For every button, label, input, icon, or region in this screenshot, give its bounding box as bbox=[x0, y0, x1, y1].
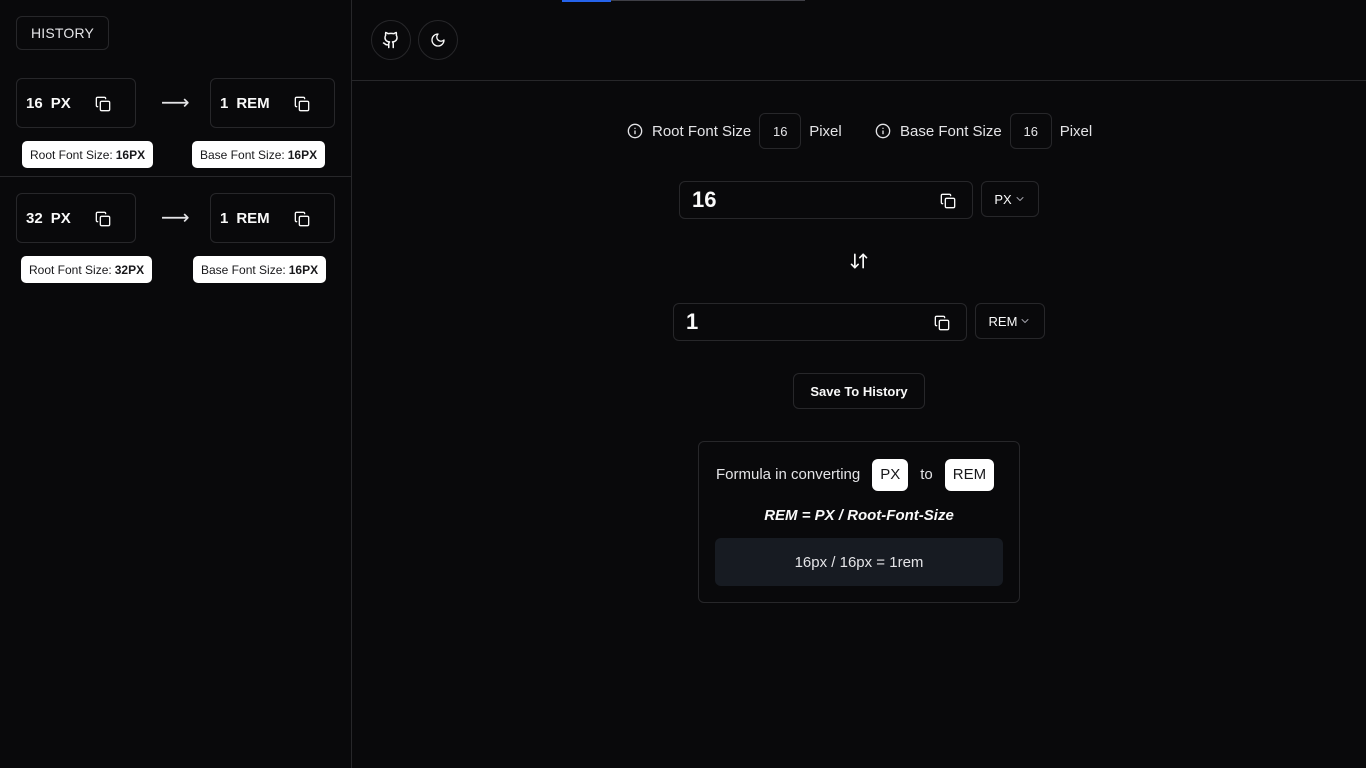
history-to-value: 1 REM bbox=[210, 193, 335, 243]
to-unit-value: REM bbox=[988, 313, 1018, 329]
copy-icon[interactable] bbox=[294, 211, 310, 227]
formula-prefix: Formula in converting bbox=[716, 466, 861, 483]
info-icon[interactable] bbox=[875, 123, 891, 139]
copy-icon[interactable] bbox=[940, 193, 956, 209]
app-root: HISTORY 16 PX ⟶ 1 REM Root Font Size: 16… bbox=[0, 0, 1366, 768]
swap-icon[interactable] bbox=[849, 251, 869, 271]
divider bbox=[0, 176, 351, 177]
formula-equation: REM = PX / Root-Font-Size bbox=[764, 507, 954, 524]
history-to-number: 1 bbox=[220, 94, 229, 112]
history-to-unit: REM bbox=[236, 94, 270, 112]
badge-label: Root Font Size: bbox=[29, 262, 112, 277]
chevron-down-icon bbox=[1014, 193, 1026, 205]
formula-connector: to bbox=[920, 466, 933, 483]
to-value-text: 1 bbox=[686, 309, 699, 334]
from-unit-select[interactable]: PX bbox=[981, 181, 1039, 217]
github-icon bbox=[382, 31, 400, 49]
history-from-number: 16 bbox=[26, 94, 43, 112]
copy-icon[interactable] bbox=[934, 315, 950, 331]
badge-label: Root Font Size: bbox=[30, 147, 113, 162]
badge-value: 16PX bbox=[288, 262, 319, 277]
copy-icon[interactable] bbox=[95, 96, 111, 112]
history-from-value: 32 PX bbox=[16, 193, 136, 243]
save-to-history-button[interactable]: Save To History bbox=[793, 373, 925, 409]
badge-label: Base Font Size: bbox=[201, 262, 286, 277]
badge-label: Base Font Size: bbox=[200, 147, 285, 162]
history-from-unit: PX bbox=[50, 209, 71, 227]
history-button[interactable]: HISTORY bbox=[16, 16, 109, 50]
info-icon[interactable] bbox=[627, 123, 643, 139]
root-font-size-setting: Root Font Size 16 Pixel bbox=[627, 113, 842, 149]
base-font-size-badge: Base Font Size: 16PX bbox=[192, 141, 326, 168]
chevron-down-icon bbox=[1019, 315, 1031, 327]
root-font-size-input[interactable]: 16 bbox=[759, 113, 802, 149]
history-from-unit: PX bbox=[50, 94, 71, 112]
root-font-size-badge: Root Font Size: 16PX bbox=[22, 141, 154, 168]
from-value-text: 16 bbox=[692, 187, 717, 212]
history-from-number: 32 bbox=[26, 209, 43, 227]
formula-result: 16px / 16px = 1rem bbox=[715, 538, 1003, 586]
root-font-size-unit: Pixel bbox=[809, 122, 842, 140]
base-font-size-unit: Pixel bbox=[1059, 122, 1093, 140]
from-value-input[interactable]: 16 bbox=[679, 181, 973, 219]
moon-icon bbox=[430, 32, 446, 48]
theme-toggle-button[interactable] bbox=[418, 20, 458, 60]
root-font-size-badge: Root Font Size: 32PX bbox=[21, 256, 153, 283]
arrow-right-icon: ⟶ bbox=[161, 207, 190, 229]
from-unit-value: PX bbox=[994, 191, 1012, 207]
base-font-size-input[interactable]: 16 bbox=[1009, 113, 1052, 149]
github-button[interactable] bbox=[371, 20, 411, 60]
base-font-size-setting: Base Font Size 16 Pixel bbox=[875, 113, 1092, 149]
formula-from-unit-chip: PX bbox=[872, 458, 909, 491]
base-font-size-badge: Base Font Size: 16PX bbox=[193, 256, 327, 283]
root-font-size-label: Root Font Size bbox=[652, 122, 752, 140]
formula-to-unit-chip: REM bbox=[944, 458, 995, 491]
badge-value: 16PX bbox=[115, 147, 146, 162]
top-scroll-thumb bbox=[562, 0, 611, 2]
history-from-value: 16 PX bbox=[16, 78, 136, 128]
base-font-size-label: Base Font Size bbox=[900, 122, 1002, 140]
copy-icon[interactable] bbox=[95, 211, 111, 227]
history-sidebar: HISTORY 16 PX ⟶ 1 REM Root Font Size: 16… bbox=[0, 0, 352, 768]
formula-card: Formula in converting PX to REM REM = PX… bbox=[698, 441, 1020, 603]
formula-heading: Formula in converting PX to REM bbox=[716, 458, 995, 491]
copy-icon[interactable] bbox=[294, 96, 310, 112]
top-bar bbox=[352, 0, 1366, 81]
arrow-right-icon: ⟶ bbox=[161, 92, 190, 114]
badge-value: 32PX bbox=[114, 262, 145, 277]
history-to-number: 1 bbox=[220, 209, 229, 227]
to-unit-select[interactable]: REM bbox=[975, 303, 1045, 339]
badge-value: 16PX bbox=[287, 147, 318, 162]
history-to-unit: REM bbox=[236, 209, 270, 227]
history-to-value: 1 REM bbox=[210, 78, 335, 128]
to-value-input[interactable]: 1 bbox=[673, 303, 967, 341]
